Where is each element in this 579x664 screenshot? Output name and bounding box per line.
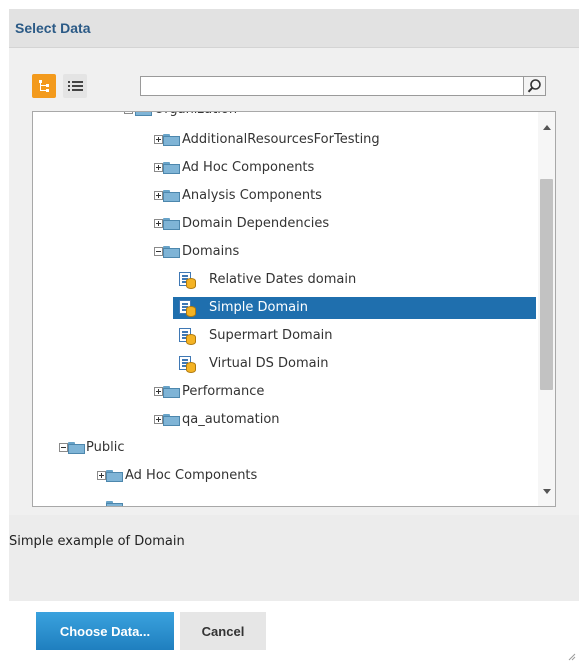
choose-data-button[interactable]: Choose Data... <box>36 612 174 650</box>
collapse-icon[interactable] <box>154 247 163 256</box>
tree-item-virtual-ds-domain[interactable]: Virtual DS Domain <box>173 353 536 375</box>
resize-grip-icon[interactable] <box>568 653 576 661</box>
folder-icon <box>163 190 180 202</box>
folder-icon <box>163 162 180 174</box>
tree-item-qa-automation[interactable]: qa_automation <box>33 409 538 431</box>
domain-icon <box>179 300 197 317</box>
dialog-title: Select Data <box>15 20 91 36</box>
tree-item-additional-resources[interactable]: AdditionalResourcesForTesting <box>33 129 538 151</box>
tree-item-supermart-domain[interactable]: Supermart Domain <box>173 325 536 347</box>
search-input[interactable] <box>140 76 523 96</box>
tree-view-icon <box>39 80 49 92</box>
select-data-dialog: Select Data Organization <box>9 9 579 664</box>
description-panel: Simple example of Domain <box>9 515 579 601</box>
folder-icon <box>163 386 180 398</box>
tree-item-public-ad-hoc-components[interactable]: Ad Hoc Components <box>33 465 538 487</box>
domain-icon <box>179 272 197 289</box>
repository-tree[interactable]: Organization AdditionalResourcesForTesti… <box>32 111 556 507</box>
tree-item-analysis-components[interactable]: Analysis Components <box>33 185 538 207</box>
expand-icon[interactable] <box>154 387 163 396</box>
domain-icon <box>179 328 197 345</box>
expand-icon[interactable] <box>97 471 106 480</box>
folder-icon <box>106 470 123 482</box>
expand-icon[interactable] <box>154 191 163 200</box>
search-icon <box>527 79 541 93</box>
item-description: Simple example of Domain <box>9 534 185 549</box>
tree-item-public[interactable]: Public <box>33 437 538 459</box>
tree-item-domain-dependencies[interactable]: Domain Dependencies <box>33 213 538 235</box>
tree-item-ad-hoc-components[interactable]: Ad Hoc Components <box>33 157 538 179</box>
folder-icon <box>163 414 180 426</box>
expand-icon[interactable] <box>154 135 163 144</box>
expand-icon[interactable] <box>154 415 163 424</box>
expand-icon[interactable] <box>154 163 163 172</box>
expand-icon[interactable] <box>154 219 163 228</box>
tree-scrollbar[interactable] <box>538 112 555 506</box>
tree-item-simple-domain[interactable]: Simple Domain <box>173 297 536 319</box>
folder-icon <box>135 112 152 116</box>
folder-icon <box>106 501 123 506</box>
collapse-icon[interactable] <box>124 112 133 114</box>
scrollbar-thumb[interactable] <box>540 179 553 390</box>
collapse-icon[interactable] <box>59 443 68 452</box>
folder-icon <box>163 134 180 146</box>
scroll-down-icon[interactable] <box>543 489 551 494</box>
list-view-button[interactable] <box>63 74 87 98</box>
folder-icon <box>163 246 180 258</box>
tree-view-button[interactable] <box>32 74 56 98</box>
tree-item-domains[interactable]: Domains <box>33 241 538 263</box>
scroll-up-icon[interactable] <box>543 125 551 130</box>
domain-icon <box>179 356 197 373</box>
folder-icon <box>163 218 180 230</box>
tree-item-performance[interactable]: Performance <box>33 381 538 403</box>
cancel-button[interactable]: Cancel <box>180 612 266 650</box>
search-button[interactable] <box>523 76 546 96</box>
list-view-icon <box>68 81 83 91</box>
tree-item-organization[interactable]: Organization <box>33 112 538 121</box>
folder-icon <box>68 442 85 454</box>
dialog-footer: Choose Data... Cancel <box>9 601 579 664</box>
tree-item-relative-dates-domain[interactable]: Relative Dates domain <box>173 269 536 291</box>
dialog-title-bar[interactable]: Select Data <box>9 9 579 48</box>
